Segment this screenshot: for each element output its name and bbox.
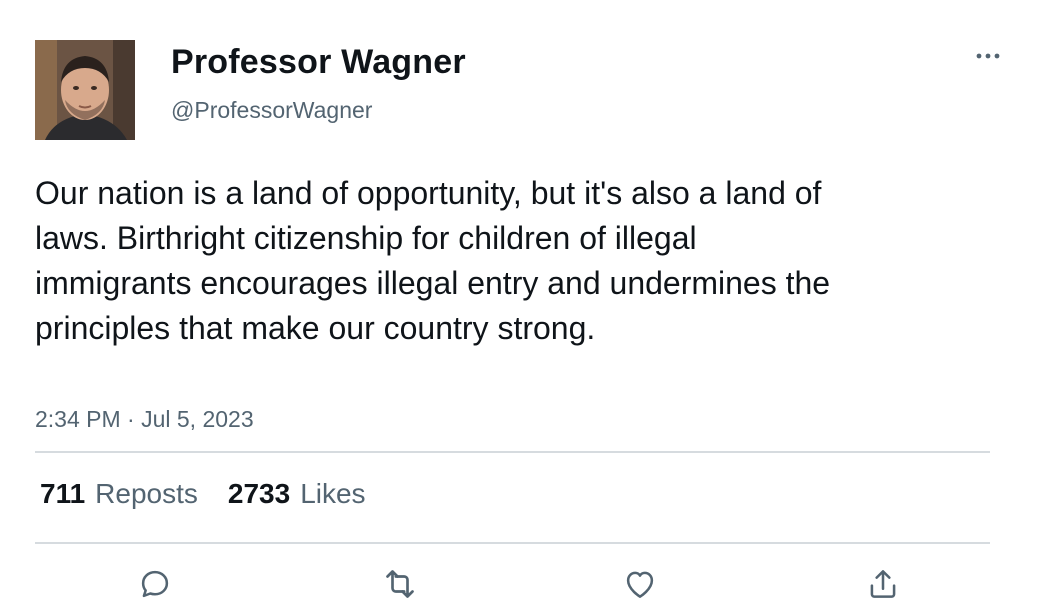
reply-icon (141, 570, 169, 598)
likes-label: Likes (300, 478, 366, 509)
reposts-count: 711 (40, 478, 86, 509)
reposts-stat[interactable]: 711 Reposts (40, 477, 198, 511)
tweet-stats: 711 Reposts 2733 Likes (40, 477, 366, 511)
avatar-photo (35, 40, 135, 140)
author-name[interactable]: Professor Wagner (171, 42, 466, 82)
more-horizontal-icon[interactable] (970, 46, 1006, 66)
tweet-text: Our nation is a land of opportunity, but… (35, 175, 831, 346)
likes-count: 2733 (227, 478, 291, 509)
author-handle[interactable]: @ProfessorWagner (171, 96, 372, 124)
reply-button[interactable] (133, 562, 177, 606)
reposts-label: Reposts (95, 478, 198, 509)
repost-icon (386, 570, 414, 598)
avatar[interactable] (35, 40, 135, 140)
likes-stat[interactable]: 2733 Likes (228, 477, 366, 511)
share-icon (870, 570, 896, 598)
share-button[interactable] (861, 562, 905, 606)
like-icon (626, 571, 654, 598)
tweet-timestamp[interactable]: 2:34 PM · Jul 5, 2023 (35, 405, 254, 433)
divider (35, 542, 990, 544)
divider (35, 451, 990, 453)
repost-button[interactable] (378, 562, 422, 606)
like-button[interactable] (618, 562, 662, 606)
